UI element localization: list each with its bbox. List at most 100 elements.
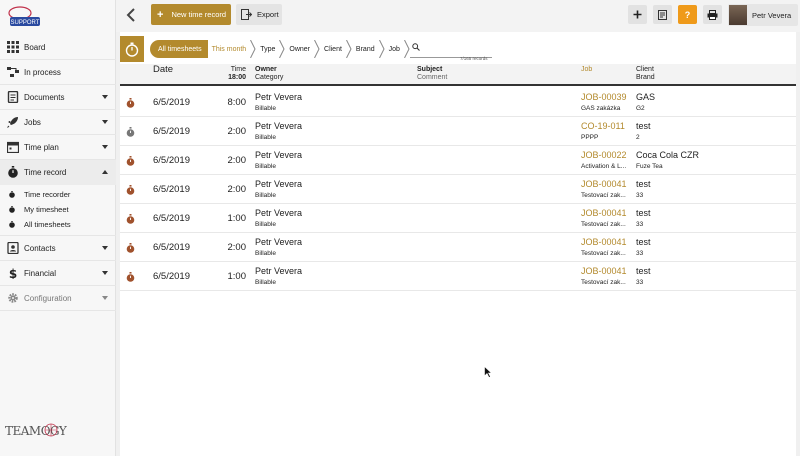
app-logo[interactable]: SUPPORT xyxy=(6,5,46,29)
row-brand: 33 xyxy=(636,192,644,199)
row-owner: Petr Vevera xyxy=(255,266,303,276)
chevron-down-icon[interactable] xyxy=(102,120,108,124)
column-comment[interactable]: Comment xyxy=(417,74,447,82)
export-button[interactable]: Export xyxy=(236,4,282,25)
add-button[interactable] xyxy=(628,5,647,24)
dollar-icon: $ xyxy=(9,267,17,279)
row-date: 6/5/2019 xyxy=(153,184,190,195)
search-box xyxy=(410,38,492,58)
column-brand[interactable]: Brand xyxy=(636,74,655,82)
export-label: Export xyxy=(257,10,279,19)
row-job-name: PPPP xyxy=(581,134,599,141)
row-job-link[interactable]: CO-19-011 xyxy=(581,121,625,131)
stopwatch-icon xyxy=(9,206,15,213)
table-row[interactable]: 6/5/2019 2:00 Petr Vevera Billable JOB-0… xyxy=(120,146,796,175)
row-category: Billable xyxy=(255,250,276,257)
notes-button[interactable] xyxy=(653,5,672,24)
print-button[interactable] xyxy=(703,5,722,24)
sidebar-item-time-plan[interactable]: Time plan xyxy=(0,135,116,160)
row-time: 8:00 xyxy=(227,97,247,108)
sidebar-subitem-time-recorder[interactable]: Time recorder xyxy=(0,187,116,202)
search-input[interactable] xyxy=(422,41,488,53)
time-record-module-badge xyxy=(120,36,144,62)
row-job-link[interactable]: JOB-00041 xyxy=(581,237,627,247)
filter-client[interactable]: Client xyxy=(320,40,346,58)
column-job[interactable]: Job xyxy=(581,66,592,74)
sidebar-item-contacts[interactable]: Contacts xyxy=(0,236,116,261)
gear-icon xyxy=(8,293,18,303)
table-row[interactable]: 6/5/2019 1:00 Petr Vevera Billable JOB-0… xyxy=(120,262,796,291)
new-time-record-button[interactable]: + New time record xyxy=(151,4,231,25)
sidebar-item-documents[interactable]: Documents xyxy=(0,85,116,110)
rocket-icon xyxy=(7,117,18,128)
row-time: 2:00 xyxy=(227,184,247,195)
filter-all-timesheets[interactable]: All timesheets xyxy=(150,40,208,58)
row-brand: G2 xyxy=(636,105,645,112)
table-row[interactable]: 6/5/2019 2:00 Petr Vevera Billable CO-19… xyxy=(120,117,796,146)
column-subject[interactable]: Subject xyxy=(417,66,442,74)
avatar xyxy=(729,5,747,25)
stopwatch-icon xyxy=(125,42,139,57)
back-arrow-icon[interactable] xyxy=(124,7,138,23)
column-time-total: 18:00 xyxy=(228,74,246,81)
row-job-link[interactable]: JOB-00041 xyxy=(581,179,627,189)
row-brand: 33 xyxy=(636,279,644,286)
filter-this-month[interactable]: This month xyxy=(208,40,251,58)
filter-job[interactable]: Job xyxy=(385,40,404,58)
filter-brand[interactable]: Brand xyxy=(352,40,379,58)
row-date: 6/5/2019 xyxy=(153,213,190,224)
sidebar-subitem-all-timesheets[interactable]: All timesheets xyxy=(0,217,116,232)
sidebar-item-jobs[interactable]: Jobs xyxy=(0,110,116,135)
table-row[interactable]: 6/5/2019 1:00 Petr Vevera Billable JOB-0… xyxy=(120,204,796,233)
chevron-down-icon[interactable] xyxy=(102,246,108,250)
row-brand: 33 xyxy=(636,221,644,228)
help-icon: ? xyxy=(684,9,691,20)
column-category[interactable]: Category xyxy=(255,74,283,82)
sidebar-subitem-label: Time recorder xyxy=(24,190,71,199)
row-job-link[interactable]: JOB-00022 xyxy=(581,150,627,160)
sidebar-item-financial[interactable]: $ Financial xyxy=(0,261,116,286)
sidebar-item-board[interactable]: Board xyxy=(0,35,116,60)
row-owner: Petr Vevera xyxy=(255,121,303,131)
sidebar-item-time-record[interactable]: Time record xyxy=(0,160,116,185)
stopwatch-icon xyxy=(126,272,135,282)
row-job-link[interactable]: JOB-00041 xyxy=(581,208,627,218)
chevron-down-icon[interactable] xyxy=(102,271,108,275)
chevron-down-icon[interactable] xyxy=(102,145,108,149)
table-row[interactable]: 6/5/2019 2:00 Petr Vevera Billable JOB-0… xyxy=(120,175,796,204)
row-owner: Petr Vevera xyxy=(255,179,303,189)
sidebar-item-in-process[interactable]: In process xyxy=(0,60,116,85)
row-job-link[interactable]: JOB-00039 xyxy=(581,92,627,102)
table-row[interactable]: 6/5/2019 2:00 Petr Vevera Billable JOB-0… xyxy=(120,233,796,262)
table-row[interactable]: 6/5/2019 8:00 Petr Vevera Billable JOB-0… xyxy=(120,88,796,117)
filter-type[interactable]: Type xyxy=(256,40,279,58)
row-brand: 33 xyxy=(636,250,644,257)
row-job-link[interactable]: JOB-00041 xyxy=(581,266,627,276)
new-time-record-label: New time record xyxy=(171,10,227,19)
row-job-name: Testovací zak... xyxy=(581,192,626,199)
user-menu[interactable]: Petr Vevera xyxy=(728,4,798,26)
chevron-down-icon[interactable] xyxy=(102,95,108,99)
column-owner[interactable]: Owner xyxy=(255,66,277,74)
column-client[interactable]: Client xyxy=(636,66,654,74)
notes-icon xyxy=(658,9,667,20)
chevron-down-icon[interactable] xyxy=(102,296,108,300)
stopwatch-icon xyxy=(9,191,15,198)
grid-icon xyxy=(7,41,19,53)
help-button[interactable]: ? xyxy=(678,5,697,24)
sidebar-item-label: In process xyxy=(24,67,61,77)
row-owner: Petr Vevera xyxy=(255,92,303,102)
column-time[interactable]: Time xyxy=(218,66,246,74)
stopwatch-icon xyxy=(8,166,18,178)
stopwatch-icon xyxy=(126,185,135,195)
sidebar-item-label: Configuration xyxy=(24,293,72,303)
sidebar-item-configuration[interactable]: Configuration xyxy=(0,286,116,311)
chevron-down-icon[interactable] xyxy=(102,170,108,174)
sidebar-subitem-my-timesheet[interactable]: My timesheet xyxy=(0,202,116,217)
column-date[interactable]: Date xyxy=(153,65,173,75)
filter-owner[interactable]: Owner xyxy=(285,40,314,58)
row-client: test xyxy=(636,266,651,276)
breadcrumb: All timesheets This month Type Owner Cli… xyxy=(150,40,410,58)
table-header: Date Time 18:00 Owner Category Subject C… xyxy=(120,64,796,86)
row-brand: Fuze Tea xyxy=(636,163,663,170)
